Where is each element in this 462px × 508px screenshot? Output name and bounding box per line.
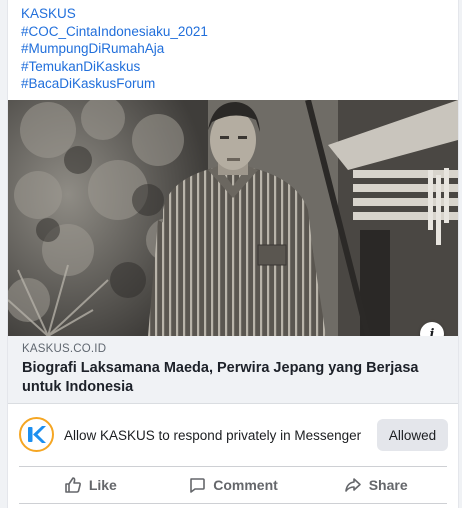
link-domain: KASKUS.CO.ID: [22, 343, 107, 355]
share-button[interactable]: Share: [304, 468, 447, 502]
hashtag-link[interactable]: #COC_CintaIndonesiaku_2021: [21, 23, 208, 41]
thumbs-up-icon: [65, 477, 81, 493]
post-hashtags: KASKUS #COC_CintaIndonesiaku_2021 #Mumpu…: [21, 5, 208, 93]
kaskus-logo-icon: [19, 417, 54, 452]
link-title[interactable]: Biografi Laksamana Maeda, Perwira Jepang…: [22, 359, 442, 396]
hashtag-link[interactable]: KASKUS: [21, 5, 208, 23]
post-card: KASKUS #COC_CintaIndonesiaku_2021 #Mumpu…: [7, 0, 459, 508]
hashtag-link[interactable]: #MumpungDiRumahAja: [21, 40, 208, 58]
hashtag-link[interactable]: #TemukanDiKaskus: [21, 58, 208, 76]
messenger-permission-row: Allow KASKUS to respond privately in Mes…: [8, 404, 458, 466]
comment-label: Comment: [213, 477, 278, 493]
divider: [19, 466, 447, 467]
link-preview-image[interactable]: [8, 100, 458, 336]
like-label: Like: [88, 477, 117, 493]
post-actions: Like Comment Share: [19, 468, 447, 502]
allowed-button[interactable]: Allowed: [377, 419, 448, 451]
comment-icon: [190, 478, 206, 493]
hashtag-link[interactable]: #BacaDiKaskusForum: [21, 75, 208, 93]
like-button[interactable]: Like: [19, 468, 162, 502]
link-preview[interactable]: KASKUS.CO.ID Biografi Laksamana Maeda, P…: [8, 336, 458, 404]
messenger-prompt: Allow KASKUS to respond privately in Mes…: [64, 428, 362, 443]
share-label: Share: [368, 477, 408, 493]
share-icon: [344, 478, 361, 492]
divider: [19, 503, 447, 504]
comment-button[interactable]: Comment: [162, 468, 305, 502]
